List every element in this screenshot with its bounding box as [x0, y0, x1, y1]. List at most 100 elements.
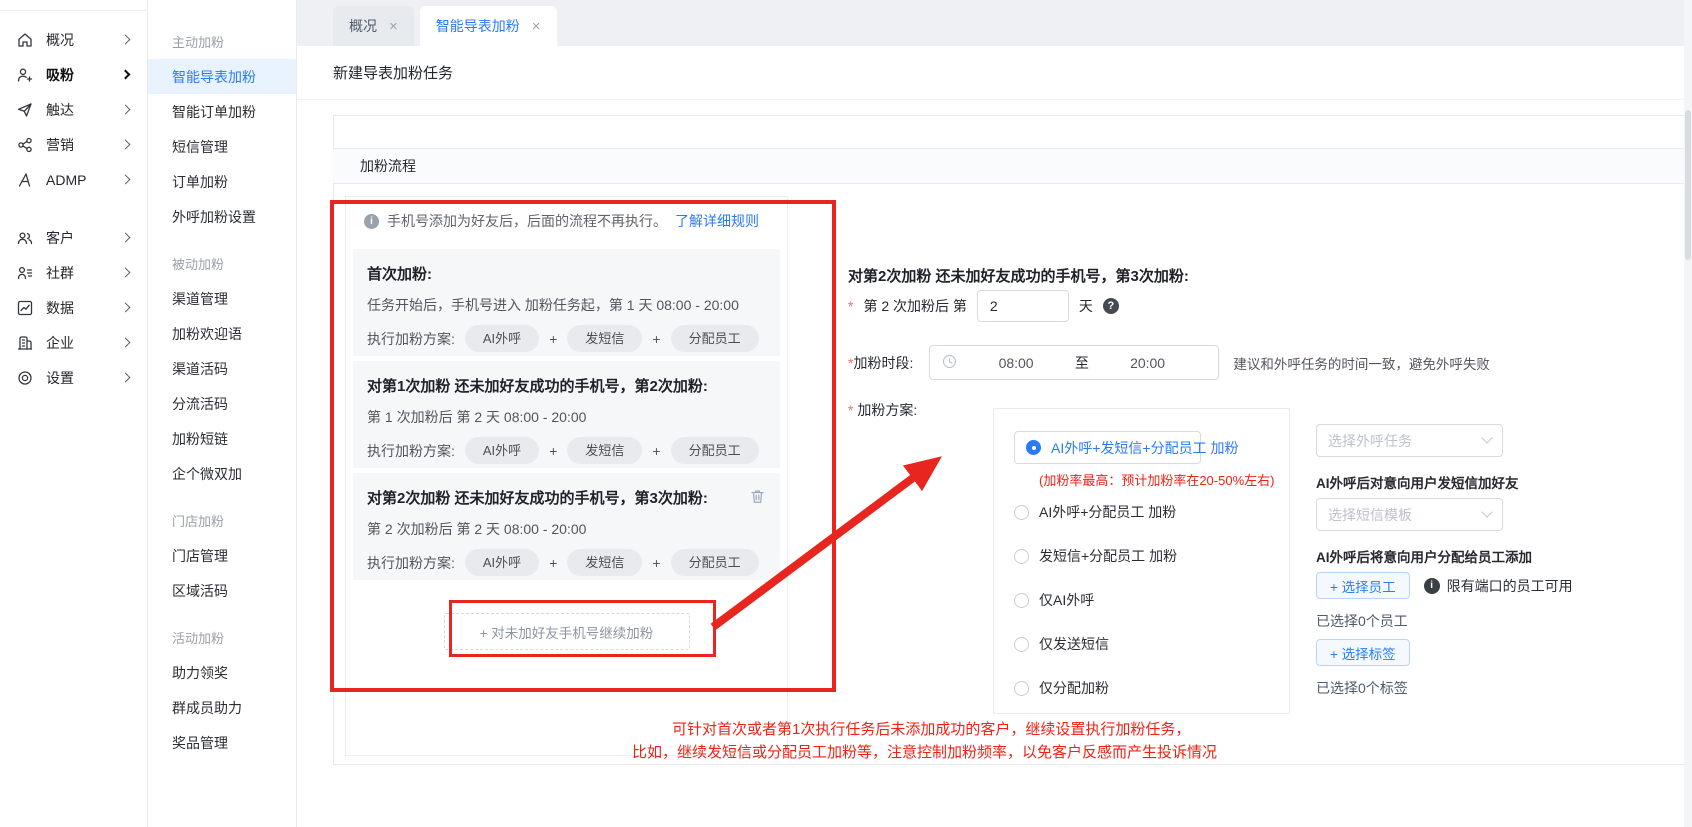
sms-template-select[interactable]: 选择短信模板: [1316, 498, 1503, 531]
sidebar-item-admp[interactable]: ADMP: [0, 162, 147, 197]
radio-icon[interactable]: [1014, 681, 1029, 696]
plus-separator: +: [549, 555, 557, 571]
plan-option-note: (加粉率最高：预计加粉率在20-50%左右): [1039, 470, 1269, 489]
sidebar-item-enterprise[interactable]: 企业: [0, 325, 147, 360]
sidebar-item-label: 客户: [46, 228, 110, 248]
chevron-right-icon: [121, 233, 131, 243]
chevron-down-icon: [1481, 506, 1492, 517]
plan-option-ai-staff[interactable]: AI外呼+分配员工 加粉: [1014, 502, 1269, 522]
sidebar-item-data[interactable]: 数据: [0, 290, 147, 325]
chevron-right-icon: [121, 140, 131, 150]
time-label: 加粉时段:: [853, 353, 913, 373]
plan-label: 执行加粉方案:: [367, 441, 455, 461]
time-start[interactable]: 08:00: [957, 355, 1075, 371]
select-tag-button[interactable]: + 选择标签: [1316, 639, 1410, 666]
subnav-item-call-settings[interactable]: 外呼加粉设置: [148, 199, 296, 234]
plan-option-sms-staff[interactable]: 发短信+分配员工 加粉: [1014, 546, 1269, 566]
subnav-item-short-link[interactable]: 加粉短链: [148, 421, 296, 456]
nav-rail: 概况 吸粉 触达 营销 ADMP 客户 社群 数据 企业: [0, 0, 148, 827]
plan-label: 执行加粉方案:: [367, 329, 455, 349]
subnav-item-smart-order[interactable]: 智能订单加粉: [148, 94, 296, 129]
plan-row-label: * 加粉方案:: [848, 400, 917, 420]
tab-label: 概况: [349, 16, 377, 36]
plan-pill: 分配员工: [671, 549, 759, 576]
plan-pill: 分配员工: [671, 325, 759, 352]
radio-icon[interactable]: [1014, 505, 1029, 520]
radio-selected-icon[interactable]: [1026, 440, 1041, 455]
plan-option-sms-only[interactable]: 仅发送短信: [1014, 634, 1269, 654]
chevron-right-icon: [121, 175, 131, 185]
radio-icon[interactable]: [1014, 637, 1029, 652]
required-mark: *: [848, 402, 853, 418]
plan-pill: 发短信: [567, 325, 642, 352]
plus-separator: +: [652, 331, 660, 347]
radio-icon[interactable]: [1014, 593, 1029, 608]
sidebar-item-overview[interactable]: 概况: [0, 22, 147, 57]
subnav-item-sms-manage[interactable]: 短信管理: [148, 129, 296, 164]
subnav-item-welcome-msg[interactable]: 加粉欢迎语: [148, 316, 296, 351]
sidebar-item-community[interactable]: 社群: [0, 255, 147, 290]
time-note: 建议和外呼任务的时间一致，避免外呼失败: [1233, 353, 1490, 373]
close-icon[interactable]: ×: [532, 19, 541, 34]
tab-overview[interactable]: 概况 ×: [333, 6, 414, 46]
radio-icon[interactable]: [1014, 549, 1029, 564]
flow-step-1[interactable]: 首次加粉: 任务开始后，手机号进入 加粉任务起，第 1 天 08:00 - 20…: [353, 249, 780, 356]
subnav-item-region-qr[interactable]: 区域活码: [148, 573, 296, 608]
subnav-item-prize-manage[interactable]: 奖品管理: [148, 725, 296, 760]
subnav-item-order-fans[interactable]: 订单加粉: [148, 164, 296, 199]
plan-option-assign-only[interactable]: 仅分配加粉: [1014, 678, 1269, 698]
sidebar-item-label: 社群: [46, 263, 110, 283]
sidebar-item-reach[interactable]: 触达: [0, 92, 147, 127]
sidebar-item-marketing[interactable]: 营销: [0, 127, 147, 162]
subnav-item-smart-import[interactable]: 智能导表加粉: [148, 59, 296, 94]
subnav-item-dual-add[interactable]: 企个微双加: [148, 456, 296, 491]
sidebar-item-customers[interactable]: 客户: [0, 220, 147, 255]
continue-add-fans-button[interactable]: + 对未加好友手机号继续加粉: [444, 613, 690, 650]
scrollbar[interactable]: [1684, 0, 1692, 827]
plan-option-ai-only[interactable]: 仅AI外呼: [1014, 590, 1269, 610]
staff-hint: i 限有端口的员工可用: [1424, 576, 1573, 596]
tab-smart-import[interactable]: 智能导表加粉 ×: [420, 6, 557, 46]
fan-flow-panel: i 手机号添加为好友后，后面的流程不再执行。 了解详细规则 首次加粉: 任务开始…: [345, 196, 788, 756]
close-icon[interactable]: ×: [389, 19, 398, 34]
plan-option-label: 发短信+分配员工 加粉: [1039, 546, 1177, 566]
rail-group-gap: [0, 197, 147, 220]
chevron-right-icon: [121, 70, 131, 80]
delete-icon[interactable]: [749, 488, 766, 508]
plan-pill: 发短信: [567, 437, 642, 464]
subnav-item-channel-qr[interactable]: 渠道活码: [148, 351, 296, 386]
building-icon: [16, 334, 34, 352]
sidebar-item-attract-fans[interactable]: 吸粉: [0, 57, 147, 92]
plan-label: 执行加粉方案:: [367, 553, 455, 573]
subnav-item-boost-prize[interactable]: 助力领奖: [148, 655, 296, 690]
subnav-item-channel-manage[interactable]: 渠道管理: [148, 281, 296, 316]
tab-bar: 概况 × 智能导表加粉 ×: [297, 0, 1692, 46]
plan-option-ai-sms-staff[interactable]: AI外呼+发短信+分配员工 加粉: [1014, 431, 1201, 464]
time-range-picker[interactable]: 08:00 至 20:00: [929, 345, 1219, 380]
subnav-item-split-qr[interactable]: 分流活码: [148, 386, 296, 421]
form-title: 对第2次加粉 还未加好友成功的手机号，第3次加粉:: [848, 265, 1189, 286]
scrollbar-thumb[interactable]: [1685, 110, 1691, 260]
rules-link[interactable]: 了解详细规则: [675, 211, 759, 231]
help-icon[interactable]: ?: [1103, 298, 1119, 314]
flow-notice-text: 手机号添加为好友后，后面的流程不再执行。: [387, 211, 667, 231]
step-desc: 第 2 次加粉后 第 2 天 08:00 - 20:00: [367, 519, 766, 539]
chevron-right-icon: [121, 105, 131, 115]
step-title: 对第1次加粉 还未加好友成功的手机号，第2次加粉:: [367, 376, 708, 397]
sidebar-item-settings[interactable]: 设置: [0, 360, 147, 395]
sidebar-item-label: 触达: [46, 100, 110, 120]
subnav-item-group-boost[interactable]: 群成员助力: [148, 690, 296, 725]
delay-days-input[interactable]: [977, 290, 1069, 322]
chevron-right-icon: [121, 303, 131, 313]
select-tag-row: + 选择标签: [1316, 639, 1666, 666]
subnav-section-header: 门店加粉: [148, 503, 296, 538]
time-end[interactable]: 20:00: [1089, 355, 1207, 371]
subnav-item-store-manage[interactable]: 门店管理: [148, 538, 296, 573]
send-icon: [16, 101, 34, 119]
admp-icon: [16, 171, 34, 189]
flow-step-2[interactable]: 对第1次加粉 还未加好友成功的手机号，第2次加粉: 第 1 次加粉后 第 2 天…: [353, 361, 780, 468]
select-staff-button[interactable]: + 选择员工: [1316, 572, 1410, 599]
flow-step-3[interactable]: 对第2次加粉 还未加好友成功的手机号，第3次加粉: 第 2 次加粉后 第 2 天…: [353, 473, 780, 580]
chevron-right-icon: [121, 373, 131, 383]
call-task-select[interactable]: 选择外呼任务: [1316, 424, 1503, 457]
